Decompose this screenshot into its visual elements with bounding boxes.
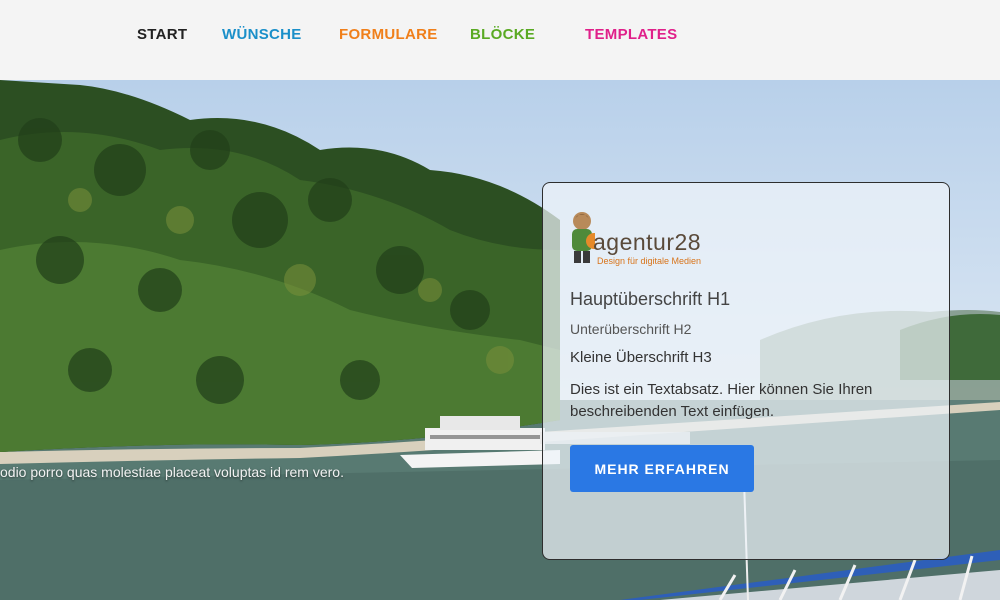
agentur28-logo[interactable]: agentur28 Design für digitale Medien xyxy=(569,209,719,271)
nav-item-wuensche[interactable]: WÜNSCHE xyxy=(222,26,302,43)
main-nav: START WÜNSCHE FORMULARE BLÖCKE TEMPLATES xyxy=(0,0,1000,80)
nav-item-start[interactable]: START xyxy=(137,26,187,43)
nav-item-bloecke[interactable]: BLÖCKE xyxy=(470,26,535,43)
content-card: agentur28 Design für digitale Medien Hau… xyxy=(542,182,950,560)
mehr-erfahren-button[interactable]: MEHR ERFAHREN xyxy=(570,445,754,492)
logo-wordmark: agentur28 xyxy=(593,229,702,255)
nav-item-templates[interactable]: TEMPLATES xyxy=(585,26,677,43)
mascot-icon xyxy=(572,212,595,263)
card-paragraph: Dies ist ein Textabsatz. Hier können Sie… xyxy=(570,381,873,420)
logo-tagline: Design für digitale Medien xyxy=(597,256,702,266)
heading-h2: Unterüberschrift H2 xyxy=(570,321,692,337)
hero-ticker-text: odio porro quas molestiae placeat volupt… xyxy=(0,464,344,480)
heading-h1: Hauptüberschrift H1 xyxy=(570,289,731,309)
heading-h3: Kleine Überschrift H3 xyxy=(570,349,712,366)
nav-item-formulare[interactable]: FORMULARE xyxy=(339,26,438,43)
